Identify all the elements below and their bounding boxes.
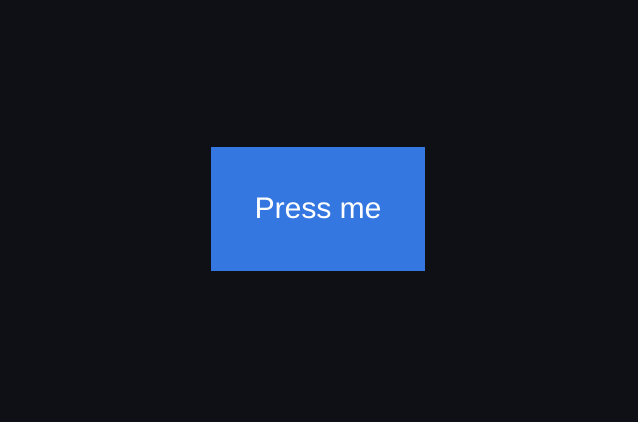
page-background: Press me — [0, 0, 638, 422]
press-me-button[interactable]: Press me — [211, 147, 425, 271]
